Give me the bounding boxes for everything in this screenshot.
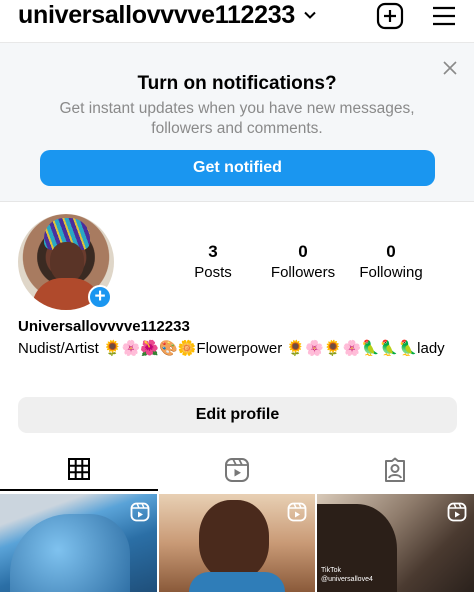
notification-prompt: Turn on notifications? Get instant updat… xyxy=(0,42,474,202)
plus-square-icon[interactable] xyxy=(376,2,404,30)
post-image xyxy=(10,514,130,592)
notification-title: Turn on notifications? xyxy=(137,73,337,94)
grid-icon xyxy=(68,458,90,480)
reel-badge-icon xyxy=(447,502,467,522)
reel-badge-icon xyxy=(130,502,150,522)
followers-count-value: 0 xyxy=(298,242,308,261)
username-title: universallovvvve112233 xyxy=(18,1,295,29)
following-count-label: Following xyxy=(359,264,423,281)
tab-reels[interactable] xyxy=(158,449,316,491)
reels-icon xyxy=(225,458,249,482)
account-switcher[interactable]: universallovvvve112233 xyxy=(18,0,317,30)
profile-header: universallovvvve112233 xyxy=(0,0,474,42)
followers-count-label: Followers xyxy=(270,264,336,281)
profile-bio: Nudist/Artist 🌻🌸🌺🎨🌼Flowerpower 🌻🌸🌻🌸🦜🦜🦜la… xyxy=(18,340,445,357)
posts-count-value: 3 xyxy=(208,242,218,261)
get-notified-button[interactable]: Get notified xyxy=(40,150,435,186)
following-count[interactable]: 0 Following xyxy=(352,242,430,283)
profile-avatar[interactable]: + xyxy=(18,214,114,310)
followers-count[interactable]: 0 Followers xyxy=(260,242,346,283)
grid-post[interactable] xyxy=(0,494,157,592)
posts-count[interactable]: 3 Posts xyxy=(184,242,242,283)
tagged-person-icon xyxy=(385,457,405,482)
avatar-face xyxy=(50,242,84,282)
chevron-down-icon xyxy=(304,11,316,19)
tab-tagged[interactable] xyxy=(316,449,474,491)
tiktok-watermark-brand: TikTok xyxy=(321,567,341,574)
reel-badge-icon xyxy=(287,502,307,522)
post-image xyxy=(189,572,285,592)
edit-profile-button[interactable]: Edit profile xyxy=(18,397,457,433)
notification-description: Get instant updates when you have new me… xyxy=(59,100,415,137)
hamburger-menu-icon[interactable] xyxy=(430,2,458,30)
profile-display-name: Universallovvvve112233 xyxy=(18,318,190,335)
add-story-plus-icon[interactable]: + xyxy=(88,285,112,309)
tiktok-watermark-handle: @universallove4 xyxy=(321,576,373,583)
following-count-value: 0 xyxy=(386,242,396,261)
grid-post[interactable] xyxy=(159,494,315,592)
grid-post[interactable]: TikTok @universallove4 xyxy=(317,494,474,592)
posts-count-label: Posts xyxy=(194,264,232,281)
tiktok-watermark: TikTok @universallove4 xyxy=(321,566,373,584)
post-image xyxy=(199,500,269,580)
tab-posts-grid[interactable] xyxy=(0,449,158,491)
